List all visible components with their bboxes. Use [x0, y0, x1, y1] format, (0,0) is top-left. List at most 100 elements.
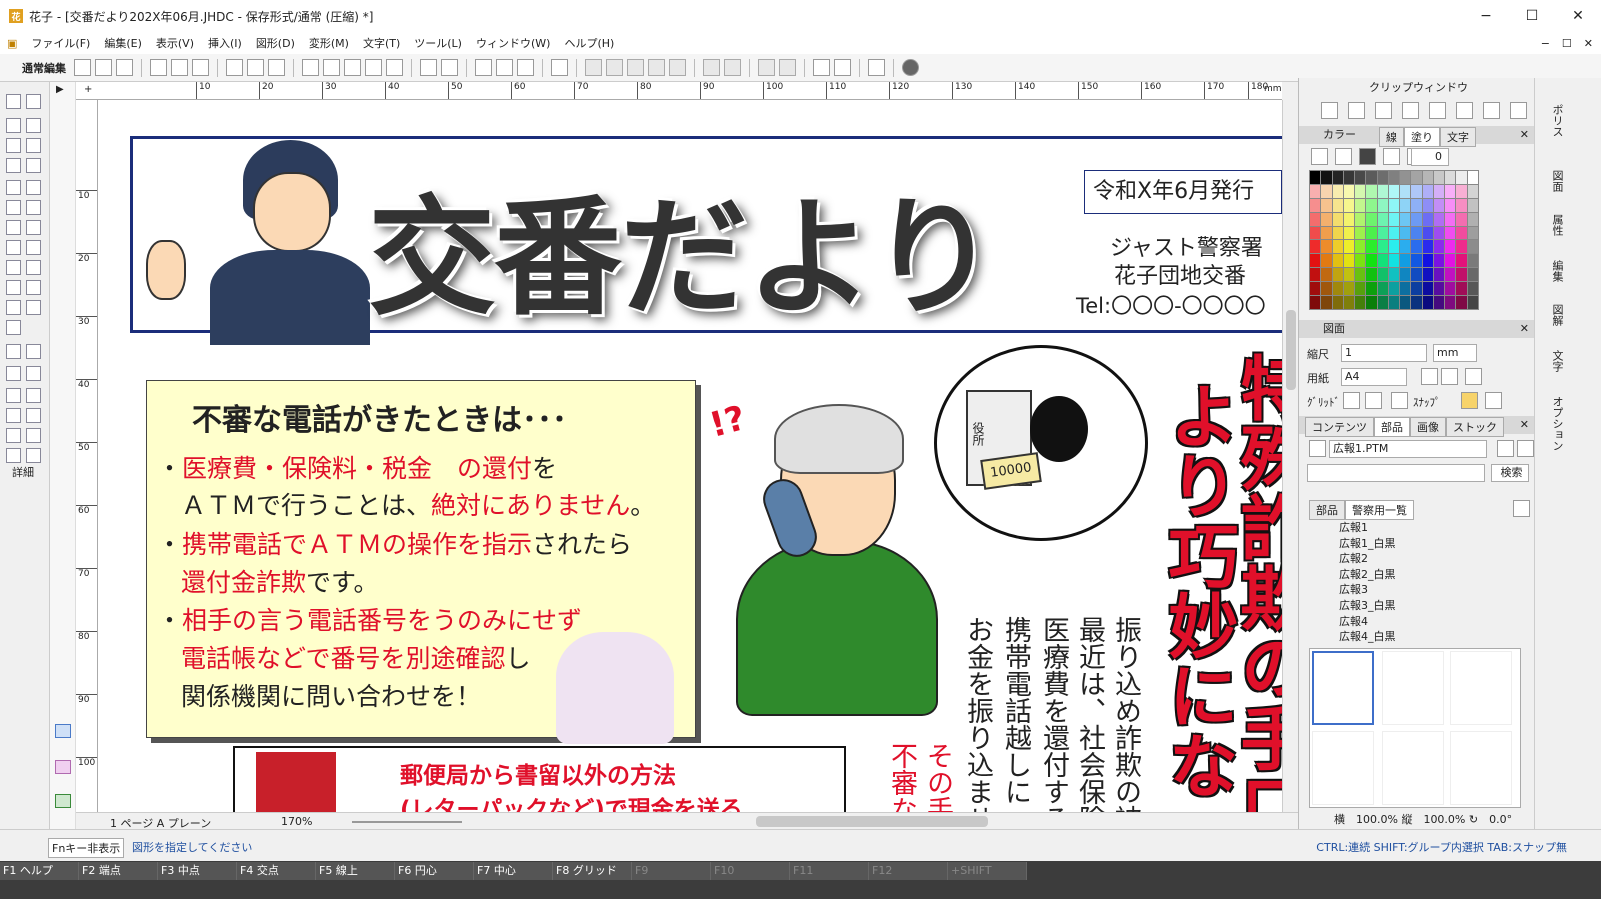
color-swatch[interactable] [1445, 226, 1456, 240]
side-tab-edit[interactable]: 編集 [1549, 260, 1565, 282]
fill-bucket-icon[interactable] [6, 408, 21, 423]
view-page-icon[interactable] [55, 760, 71, 774]
ruler-origin-icon[interactable]: + [84, 84, 92, 95]
clip-layout-icon[interactable] [1321, 102, 1338, 119]
postbox-icon[interactable] [256, 752, 336, 812]
clip-color-icon[interactable] [1510, 102, 1527, 119]
fn-key-f9[interactable]: F9 [632, 862, 711, 880]
article-column[interactable]: 医療費を還付する [1034, 616, 1072, 812]
article-column[interactable]: 振り込め詐欺の被 [1106, 616, 1144, 812]
side-tab-diagram[interactable]: 図解 [1549, 304, 1565, 326]
text-select-icon[interactable] [6, 158, 21, 173]
color-swatch[interactable] [1467, 254, 1478, 268]
close-icon[interactable]: ✕ [1520, 320, 1529, 338]
color-swatch[interactable] [1467, 296, 1478, 309]
search-button[interactable]: 検索 [1491, 464, 1529, 482]
frame-icon[interactable] [95, 59, 112, 76]
color-swatch[interactable] [1467, 171, 1478, 184]
color-swatch[interactable] [1400, 226, 1411, 240]
color-swatch[interactable] [1422, 184, 1433, 198]
align-icon[interactable] [703, 59, 720, 76]
vertical-scrollbar[interactable] [1282, 100, 1298, 812]
elderly-man-sweater[interactable] [736, 540, 938, 716]
snap-setting-icon[interactable] [1485, 392, 1502, 409]
color-swatch[interactable] [1355, 226, 1366, 240]
color-swatch[interactable] [1343, 226, 1355, 240]
color-swatch[interactable] [1310, 184, 1321, 198]
color-swatch[interactable] [1355, 184, 1366, 198]
color-swatch[interactable] [1422, 240, 1433, 254]
doc-restore-button[interactable]: ☐ [1562, 37, 1572, 50]
measure-tool-icon[interactable] [26, 448, 41, 463]
color-swatch[interactable] [1456, 296, 1467, 309]
fn-key-f11[interactable]: F11 [790, 862, 869, 880]
pen-alt-icon[interactable] [834, 59, 851, 76]
select-transform-icon[interactable] [779, 59, 796, 76]
color-swatch[interactable] [1388, 282, 1400, 296]
color-swatch[interactable] [1377, 171, 1388, 184]
color-swatch[interactable] [1400, 184, 1411, 198]
paste-tool-icon[interactable] [26, 388, 41, 403]
subtab-parts[interactable]: 部品 [1309, 500, 1345, 520]
copy-icon[interactable] [420, 59, 437, 76]
color-swatch[interactable] [1456, 212, 1467, 226]
color-swatch[interactable] [1388, 198, 1400, 212]
fn-toggle-button[interactable]: Fnキー非表示 [48, 838, 125, 858]
color-swatch[interactable] [1433, 282, 1445, 296]
layout-icon[interactable] [226, 59, 243, 76]
color-swatch[interactable] [1355, 171, 1366, 184]
exclamation-mark[interactable]: !? [705, 398, 749, 446]
color-swatch[interactable] [1467, 226, 1478, 240]
image-tool-icon[interactable] [26, 300, 41, 315]
grid-dot-icon[interactable] [1365, 392, 1382, 409]
color-swatch[interactable] [1456, 240, 1467, 254]
doc-minimize-button[interactable]: − [1541, 37, 1550, 50]
unlink-icon[interactable] [669, 59, 686, 76]
color-swatch[interactable] [1355, 282, 1366, 296]
dropdown-icon[interactable] [902, 59, 919, 76]
star-tool-icon[interactable] [26, 280, 41, 295]
hatch-fill-icon[interactable] [1383, 148, 1400, 165]
color-swatch[interactable] [1388, 268, 1400, 282]
color-swatch[interactable] [1355, 212, 1366, 226]
telephone[interactable]: Tel:〇〇〇-〇〇〇〇 [1076, 290, 1266, 320]
side-tab-text[interactable]: 文字 [1549, 350, 1565, 372]
doc-close-button[interactable]: ✕ [1584, 37, 1593, 50]
close-icon[interactable]: ✕ [1520, 126, 1529, 144]
color-swatch[interactable] [1388, 226, 1400, 240]
copy-tool-icon[interactable] [6, 388, 21, 403]
color-swatch[interactable] [1388, 254, 1400, 268]
eyedropper-icon[interactable] [6, 428, 21, 443]
color-swatch[interactable] [1355, 296, 1366, 309]
text-tool-icon[interactable] [6, 180, 21, 195]
white-fill-icon[interactable] [1335, 148, 1352, 165]
snap-toggle-icon[interactable] [1461, 392, 1478, 409]
color-swatch[interactable] [1366, 226, 1377, 240]
color-swatch[interactable] [1377, 226, 1388, 240]
page-single-icon[interactable] [150, 59, 167, 76]
fn-key-f10[interactable]: F10 [711, 862, 790, 880]
color-swatch[interactable] [1400, 212, 1411, 226]
color-swatch[interactable] [1388, 171, 1400, 184]
police-officer-face[interactable] [253, 172, 331, 252]
favorite-star-icon[interactable] [1513, 500, 1530, 517]
color-swatch[interactable] [1366, 282, 1377, 296]
color-swatch[interactable] [1400, 282, 1411, 296]
close-button[interactable]: ✕ [1555, 0, 1601, 32]
clip-parts-icon[interactable] [1348, 102, 1365, 119]
color-swatch[interactable] [1343, 282, 1355, 296]
tree-item[interactable]: 広報3 [1339, 582, 1396, 598]
portrait-icon[interactable] [1421, 368, 1438, 385]
view-layout-icon[interactable] [55, 724, 71, 738]
menu-shape[interactable]: 図形(D) [249, 35, 302, 51]
color-swatch[interactable] [1411, 226, 1422, 240]
print-preview-icon[interactable] [386, 59, 403, 76]
color-swatch[interactable] [1321, 296, 1332, 309]
fn-key-shift[interactable]: +SHIFT [948, 862, 1027, 880]
police-officer-uniform[interactable] [210, 250, 370, 345]
side-tab-police[interactable]: ポリス [1549, 104, 1565, 137]
color-swatch[interactable] [1433, 212, 1445, 226]
color-swatch[interactable] [1422, 198, 1433, 212]
thumbnail-police-salute[interactable] [1382, 651, 1444, 725]
color-swatch[interactable] [1332, 226, 1343, 240]
